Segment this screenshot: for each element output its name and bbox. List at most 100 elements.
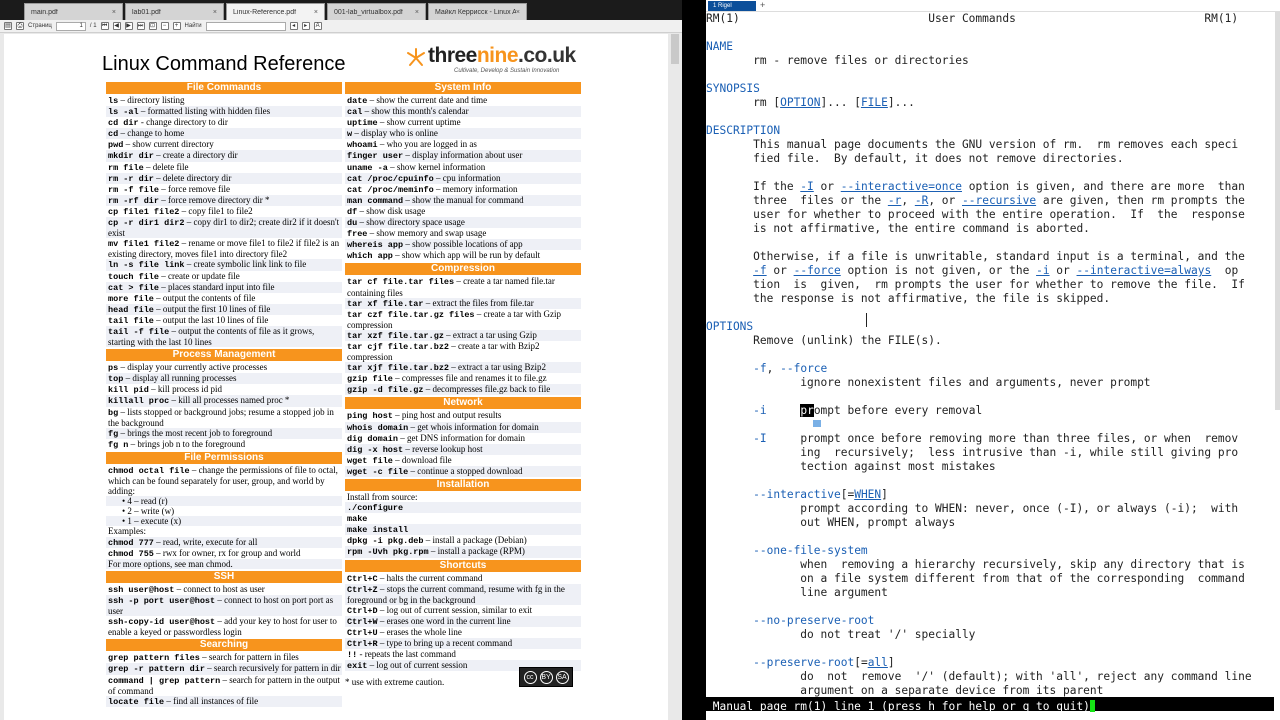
command-entry: tail -f file – output the contents of fi… bbox=[106, 325, 342, 348]
print-icon[interactable]: ⎙ bbox=[16, 22, 24, 30]
command-code: dig -x host bbox=[347, 444, 404, 455]
command-code: Ctrl+R bbox=[347, 639, 378, 650]
close-tab-icon[interactable]: × bbox=[213, 9, 217, 16]
command-entry: fg n – brings job n to the foreground bbox=[106, 438, 342, 450]
command-entry: ln -s file link – create symbolic link l… bbox=[106, 259, 342, 271]
command-entry: pwd – show current directory bbox=[106, 139, 342, 151]
page-number-input[interactable]: 1 bbox=[55, 21, 86, 31]
desktop: main.pdf × lab01.pdf × Linux-Reference.pdf × 0… bbox=[0, 0, 1280, 720]
command-description: – output the last 10 lines of file bbox=[153, 314, 269, 325]
pdf-tab[interactable]: Linux-Reference.pdf × bbox=[226, 3, 325, 20]
pdf-tab-label: 001-lab_virtualbox.pdf bbox=[334, 8, 403, 16]
command-entry: grep -r pattern dir – search recursively… bbox=[106, 663, 342, 675]
command-description: Install from source: bbox=[347, 492, 418, 502]
command-code: dpkg -i pkg.deb bbox=[347, 536, 424, 547]
command-entry: rm -r dir – delete directory dir bbox=[106, 172, 342, 184]
pdf-tab[interactable]: 001-lab_virtualbox.pdf × bbox=[327, 3, 426, 20]
pdf-tab[interactable]: lab01.pdf × bbox=[125, 3, 224, 20]
close-tab-icon[interactable]: × bbox=[314, 9, 318, 16]
command-description: – force remove file bbox=[159, 183, 230, 194]
command-code: ls -al bbox=[108, 107, 139, 118]
pdf-tab[interactable]: main.pdf × bbox=[24, 3, 123, 20]
command-entry: ls – directory listing bbox=[106, 95, 342, 107]
first-page-icon[interactable]: ⏮ bbox=[100, 22, 109, 30]
fit-page-icon[interactable]: ⊡ bbox=[148, 22, 157, 30]
command-description: – show kernel information bbox=[387, 161, 486, 172]
cc-badge-symbol: BY bbox=[539, 670, 553, 684]
section-heading: Installation bbox=[345, 479, 581, 491]
pdf-toolbar: ▤ ⎙ Страниц 1 / 1 ⏮ ◀ ▶ ⏭ ⊡ − + Найти ◂ … bbox=[0, 20, 682, 33]
section-heading: System Info bbox=[345, 82, 581, 94]
search-prev-icon[interactable]: ◂ bbox=[289, 22, 298, 30]
command-entry: rm -rf dir – force remove directory dir … bbox=[106, 194, 342, 206]
command-description: – log out of current session, similar to… bbox=[377, 604, 533, 615]
pdf-tab-bar: main.pdf × lab01.pdf × Linux-Reference.pdf × 0… bbox=[0, 0, 682, 20]
sidebar-toggle-icon[interactable]: ▤ bbox=[4, 22, 12, 30]
section-heading: Compression bbox=[345, 263, 581, 276]
command-entry: finger user – display information about … bbox=[345, 150, 581, 162]
terminal-scrollbar[interactable] bbox=[1274, 12, 1280, 720]
last-page-icon[interactable]: ⏭ bbox=[136, 22, 145, 30]
terminal-tab-bar: 1 Rigel + bbox=[706, 0, 1280, 12]
zoom-out-icon[interactable]: − bbox=[160, 22, 169, 30]
command-entry: tar cf file.tar files – create a tar nam… bbox=[345, 276, 581, 298]
case-sensitive-icon[interactable]: A bbox=[313, 22, 322, 30]
command-code: ls bbox=[108, 96, 119, 106]
status-text: Manual page rm(1) line 1 (press h for he… bbox=[706, 700, 1090, 713]
command-description: – decompresses file.gz back to file bbox=[423, 384, 551, 395]
right-column: System Info date – show the current date … bbox=[345, 80, 581, 672]
next-page-icon[interactable]: ▶ bbox=[124, 22, 133, 30]
command-code: cat > file bbox=[108, 282, 160, 293]
search-input[interactable] bbox=[205, 21, 286, 31]
command-description: – type to bring up a recent command bbox=[377, 638, 513, 649]
command-description: - change directory to dir bbox=[138, 117, 228, 128]
command-description: – create or update file bbox=[159, 270, 240, 281]
command-description: – kill process id pid bbox=[148, 384, 223, 395]
command-entry: Ctrl+D – log out of current session, sim… bbox=[345, 604, 581, 616]
close-tab-icon[interactable]: × bbox=[112, 9, 116, 16]
command-entry: For more options, see man chmod. bbox=[106, 558, 342, 569]
command-entry: which app – show which app will be run b… bbox=[345, 250, 581, 262]
command-entry: w – display who is online bbox=[345, 128, 581, 140]
terminal-tab-rigel[interactable]: 1 Rigel bbox=[708, 1, 756, 11]
pdf-tab[interactable]: Майкл Керрисск - Linux API. И...× bbox=[428, 3, 527, 20]
pdf-scroll-thumb[interactable] bbox=[671, 34, 679, 64]
command-description: – extract a tar using Gzip bbox=[443, 329, 537, 340]
command-description: – show current uptime bbox=[377, 117, 461, 128]
command-code: chmod 755 bbox=[108, 548, 154, 559]
command-description: – show current directory bbox=[123, 139, 214, 150]
command-description: – brings job n to the foreground bbox=[128, 438, 246, 449]
command-description: – show which app will be run by default bbox=[392, 250, 541, 261]
close-tab-icon[interactable]: × bbox=[516, 9, 520, 16]
man-page-line: is not affirmative, the entire command i… bbox=[706, 222, 1090, 235]
command-code: rpm -Uvh pkg.rpm bbox=[347, 547, 429, 558]
zoom-in-icon[interactable]: + bbox=[172, 22, 181, 30]
command-description: – places standard input into file bbox=[159, 281, 275, 292]
close-tab-icon[interactable]: × bbox=[415, 9, 419, 16]
new-tab-button[interactable]: + bbox=[760, 0, 765, 10]
command-code: top bbox=[108, 374, 124, 385]
command-code: date bbox=[347, 96, 368, 106]
command-description: – who you are logged in as bbox=[377, 139, 477, 150]
pdf-page: Linux Command Reference threenine.co.uk … bbox=[4, 34, 668, 720]
cc-badge-symbol: SA bbox=[555, 670, 569, 684]
command-entry: ssh -p port user@host – connect to host … bbox=[106, 594, 342, 617]
search-next-icon[interactable]: ▸ bbox=[301, 22, 310, 30]
command-entry: chmod 755 – rwx for owner, rx for group … bbox=[106, 547, 342, 559]
man-page-line: tection against most mistakes bbox=[706, 460, 996, 473]
terminal-scroll-thumb[interactable] bbox=[1275, 12, 1280, 410]
man-page-line: argument on a separate device from its p… bbox=[706, 684, 1104, 697]
prev-page-icon[interactable]: ◀ bbox=[112, 22, 121, 30]
terminal-window[interactable]: 1 Rigel + RM(1) User Commands RM(1) NAME … bbox=[706, 0, 1280, 720]
command-entry: tar xzf file.tar.gz – extract a tar usin… bbox=[345, 329, 581, 341]
command-description: – erases one word in the current line bbox=[377, 615, 511, 626]
pdf-vertical-scrollbar[interactable] bbox=[670, 34, 680, 720]
command-code: exit bbox=[347, 661, 368, 672]
section-heading: File Commands bbox=[106, 82, 342, 94]
command-code: uname -a bbox=[347, 162, 388, 173]
command-code: man command bbox=[347, 195, 404, 206]
command-code: gzip file bbox=[347, 374, 393, 385]
command-entry: free – show memory and swap usage bbox=[345, 228, 581, 240]
command-entry: rpm -Uvh pkg.rpm – install a package (RP… bbox=[345, 546, 581, 558]
man-page-line: -f or --force option is not given, or th… bbox=[753, 264, 1239, 277]
